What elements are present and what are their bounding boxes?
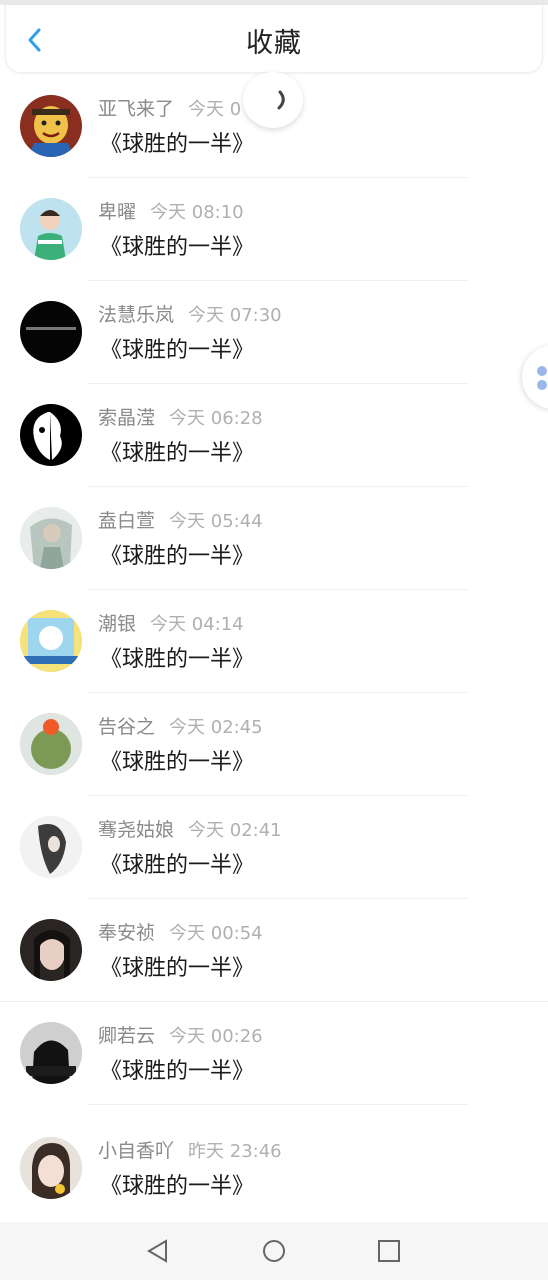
item-time: 今天 00:54: [169, 923, 263, 944]
nav-recent-button[interactable]: [375, 1237, 403, 1265]
divider: [88, 898, 468, 899]
item-author: 告谷之 今天 02:45: [98, 716, 263, 738]
item-message: 《球胜的一半》: [100, 544, 255, 569]
divider: [88, 486, 468, 487]
item-author: 小自香吖 昨天 23:46: [98, 1140, 282, 1162]
item-message: 《球胜的一半》: [100, 1174, 255, 1199]
header-bar: 收藏: [5, 5, 543, 73]
page-title: 收藏: [246, 28, 302, 59]
avatar[interactable]: [20, 816, 82, 878]
divider: [88, 795, 468, 796]
item-message: 《球胜的一半》: [100, 647, 255, 672]
loading-spinner: [243, 72, 303, 128]
avatar[interactable]: [20, 713, 82, 775]
spinner-icon: [277, 90, 285, 110]
divider: [88, 383, 468, 384]
divider: [0, 1001, 548, 1002]
item-time: 今天 06:28: [169, 408, 263, 429]
circle-home-icon: [263, 1240, 285, 1262]
avatar-ink-girl-icon: [20, 816, 82, 878]
floating-dots-icon: [537, 366, 547, 390]
avatar-girl-flower-icon: [20, 1137, 82, 1199]
item-time: 今天 08:10: [150, 202, 244, 223]
avatar[interactable]: [20, 404, 82, 466]
avatar-boy-icon: [20, 198, 82, 260]
item-message: 《球胜的一半》: [100, 338, 255, 363]
item-message: 《球胜的一半》: [100, 441, 255, 466]
divider: [88, 1104, 468, 1105]
avatar[interactable]: [20, 507, 82, 569]
divider: [88, 692, 468, 693]
item-message: 《球胜的一半》: [100, 956, 255, 981]
avatar[interactable]: [20, 301, 82, 363]
item-message: 《球胜的一半》: [100, 132, 255, 157]
nav-home-button[interactable]: [260, 1237, 288, 1265]
avatar-girl-photo-icon: [20, 919, 82, 981]
avatar-cartoon-man-icon: [20, 95, 82, 157]
item-message: 《球胜的一半》: [100, 750, 255, 775]
avatar[interactable]: [20, 95, 82, 157]
square-recent-icon: [378, 1240, 400, 1262]
avatar-cartoon-sheep-icon: [20, 610, 82, 672]
avatar[interactable]: [20, 1022, 82, 1084]
avatar[interactable]: [20, 610, 82, 672]
item-author: 亚飞来了 今天 0: [98, 98, 242, 120]
system-nav-bar: [0, 1222, 548, 1280]
item-author: 潮银 今天 04:14: [98, 613, 244, 635]
divider: [88, 589, 468, 590]
avatar-bw-figure-icon: [20, 1022, 82, 1084]
item-time: 今天 02:45: [169, 717, 263, 738]
item-author: 法慧乐岚 今天 07:30: [98, 304, 282, 326]
avatar-cactus-icon: [20, 713, 82, 775]
item-time: 昨天 23:46: [188, 1141, 282, 1162]
divider: [88, 280, 468, 281]
item-time: 今天 04:14: [150, 614, 244, 635]
item-message: 《球胜的一半》: [100, 853, 255, 878]
avatar-mask-icon: [20, 404, 82, 466]
triangle-back-icon: [147, 1239, 167, 1263]
item-time: 今天 05:44: [169, 511, 263, 532]
avatar[interactable]: [20, 919, 82, 981]
item-author: 奉安祯 今天 00:54: [98, 922, 263, 944]
item-time: 今天 00:26: [169, 1026, 263, 1047]
item-author: 索晶滢 今天 06:28: [98, 407, 263, 429]
avatar-black-text-icon: [20, 301, 82, 363]
item-author: 盍白萱 今天 05:44: [98, 510, 263, 532]
divider: [88, 177, 468, 178]
item-message: 《球胜的一半》: [100, 1059, 255, 1084]
item-time: 今天 07:30: [188, 305, 282, 326]
avatar[interactable]: [20, 1137, 82, 1199]
item-author: 骞尧姑娘 今天 02:41: [98, 819, 282, 841]
item-time: 今天 0: [188, 99, 242, 120]
item-time: 今天 02:41: [188, 820, 282, 841]
floating-side-button[interactable]: [522, 345, 548, 409]
avatar[interactable]: [20, 198, 82, 260]
item-author: 卑曜 今天 08:10: [98, 201, 244, 223]
nav-back-button[interactable]: [144, 1237, 172, 1265]
item-author: 卿若云 今天 00:26: [98, 1025, 263, 1047]
avatar-sketch-icon: [20, 507, 82, 569]
item-message: 《球胜的一半》: [100, 235, 255, 260]
